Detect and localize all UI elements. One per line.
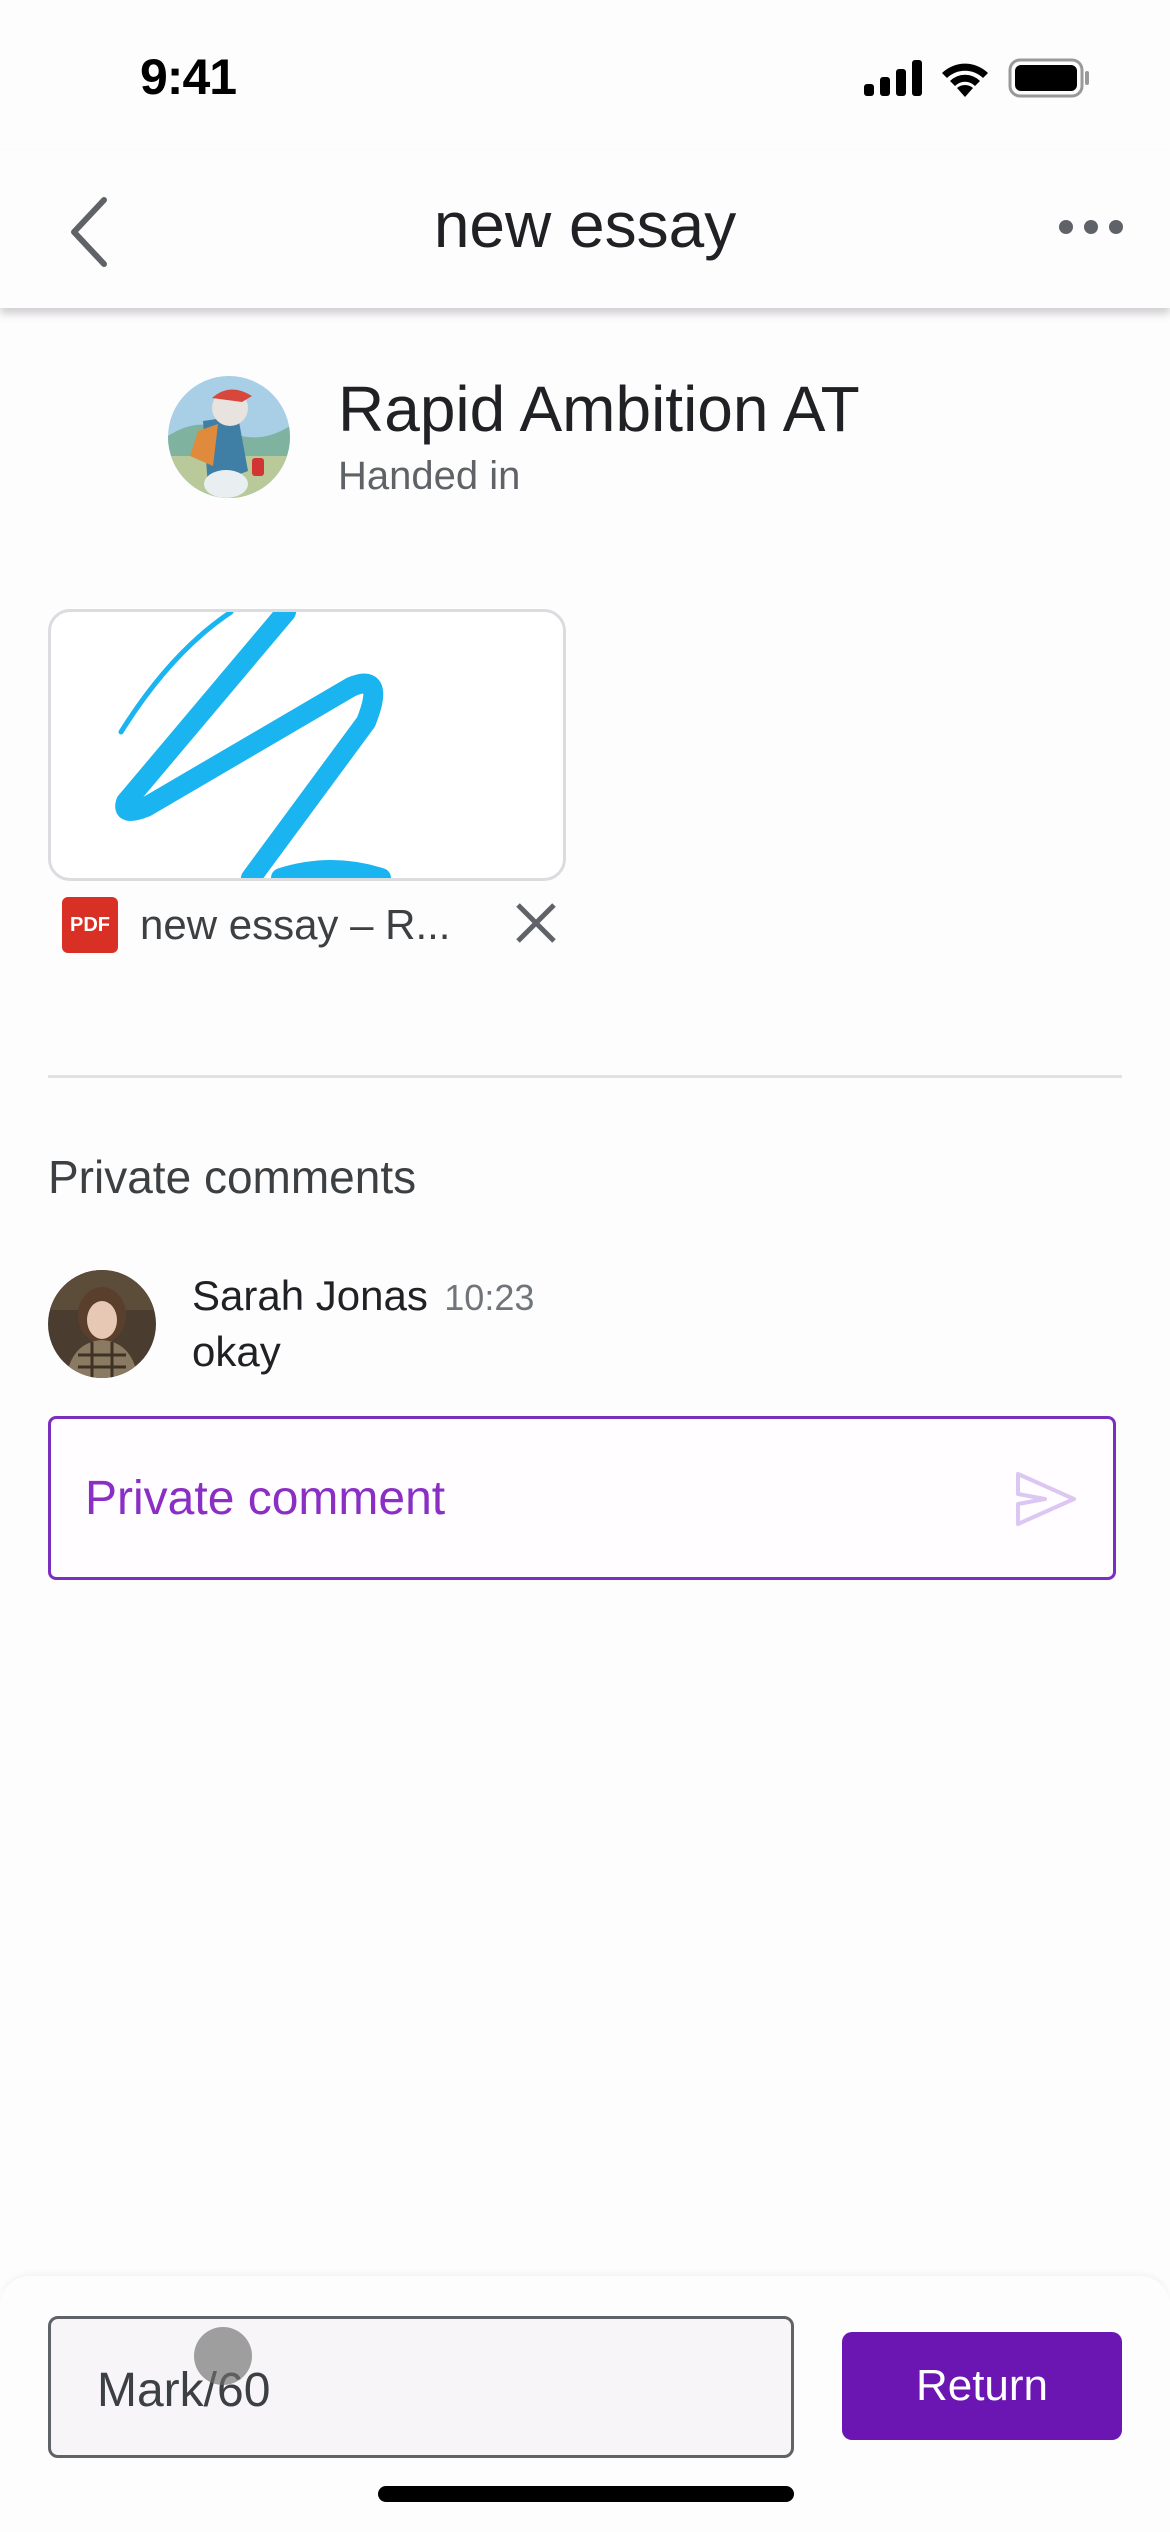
divider <box>48 1075 1122 1078</box>
submission-status: Handed in <box>338 454 521 499</box>
remove-attachment-button[interactable] <box>510 897 562 949</box>
battery-icon <box>1008 58 1089 98</box>
student-header: Rapid Ambition AT Handed in <box>168 374 860 499</box>
home-indicator[interactable] <box>378 2486 794 2502</box>
more-horizontal-icon <box>1059 220 1123 234</box>
pdf-icon: PDF <box>62 897 118 953</box>
mark-input[interactable]: Mark/60 <box>48 2316 794 2458</box>
top-app-bar: new essay <box>0 150 1170 308</box>
close-icon <box>516 903 556 943</box>
comment-text: okay <box>192 1328 281 1375</box>
status-bar: 9:41 <box>0 0 1170 150</box>
attachment-thumbnail[interactable] <box>48 609 566 881</box>
scribble-preview <box>115 612 391 878</box>
status-icons <box>864 58 1090 98</box>
comment-author: Sarah Jonas <box>192 1272 428 1319</box>
attachment-name[interactable]: new essay – R... <box>140 901 450 949</box>
cellular-signal-icon <box>864 60 922 96</box>
student-avatar <box>168 375 290 498</box>
comment-timestamp: 10:23 <box>444 1277 535 1318</box>
return-button[interactable]: Return <box>842 2332 1122 2440</box>
private-comment-input[interactable]: Private comment <box>48 1416 1116 1580</box>
status-time: 9:41 <box>140 49 237 105</box>
commenter-avatar <box>48 1270 156 1378</box>
wifi-icon <box>942 63 988 97</box>
private-comment-placeholder: Private comment <box>85 1472 446 1525</box>
student-name: Rapid Ambition AT <box>338 373 860 445</box>
touch-indicator <box>194 2327 252 2385</box>
send-comment-button[interactable] <box>1015 1471 1077 1527</box>
page-title: new essay <box>433 189 737 261</box>
private-comments-heading: Private comments <box>48 1151 417 1203</box>
comment-item: Sarah Jonas 10:23 okay <box>48 1270 534 1378</box>
attachment-row: PDF new essay – R... <box>62 895 562 955</box>
more-options-button[interactable] <box>1056 212 1126 242</box>
send-icon <box>1016 1472 1076 1526</box>
